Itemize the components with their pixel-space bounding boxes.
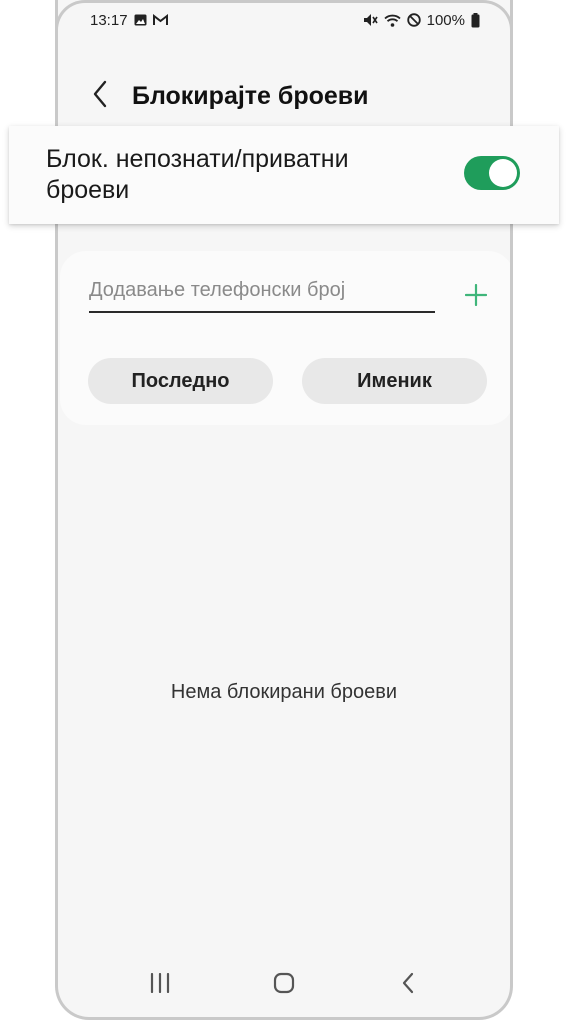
phone-number-input[interactable]	[89, 275, 435, 313]
recents-button[interactable]	[130, 965, 190, 1005]
recents-icon	[149, 972, 171, 998]
recent-button[interactable]: Последно	[88, 358, 273, 404]
home-button[interactable]	[254, 965, 314, 1005]
plus-icon	[464, 283, 488, 311]
block-unknown-row[interactable]: Блок. непознати/приватни броеви	[9, 126, 559, 224]
chevron-left-icon	[92, 80, 108, 113]
back-icon	[401, 972, 415, 999]
status-right: 100%	[363, 12, 480, 29]
home-icon	[273, 972, 295, 999]
status-bar: 13:17 100%	[58, 0, 510, 40]
block-unknown-label: Блок. непознати/приватни броеви	[46, 145, 349, 204]
image-icon	[134, 14, 147, 26]
empty-state-text: Нема блокирани броеви	[170, 681, 398, 703]
add-number-card: Последно Именик	[60, 251, 510, 425]
battery-text: 100%	[426, 11, 465, 29]
gmail-icon	[152, 14, 168, 26]
page-title: Блокирајте броеви	[132, 81, 369, 110]
do-not-disturb-icon	[406, 13, 421, 27]
contacts-button[interactable]: Именик	[302, 358, 487, 404]
switch-knob	[489, 159, 517, 187]
battery-icon	[471, 12, 480, 28]
block-unknown-switch[interactable]	[464, 156, 520, 190]
mute-icon	[363, 13, 378, 27]
status-time: 13:17	[90, 11, 128, 29]
wifi-icon	[384, 14, 401, 27]
add-number-button[interactable]	[458, 279, 494, 315]
back-button[interactable]	[70, 66, 130, 126]
nav-back-button[interactable]	[378, 965, 438, 1005]
app-bar: Блокирајте броеви	[58, 66, 510, 126]
navigation-bar	[58, 965, 510, 1005]
status-left: 13:17	[90, 12, 168, 29]
